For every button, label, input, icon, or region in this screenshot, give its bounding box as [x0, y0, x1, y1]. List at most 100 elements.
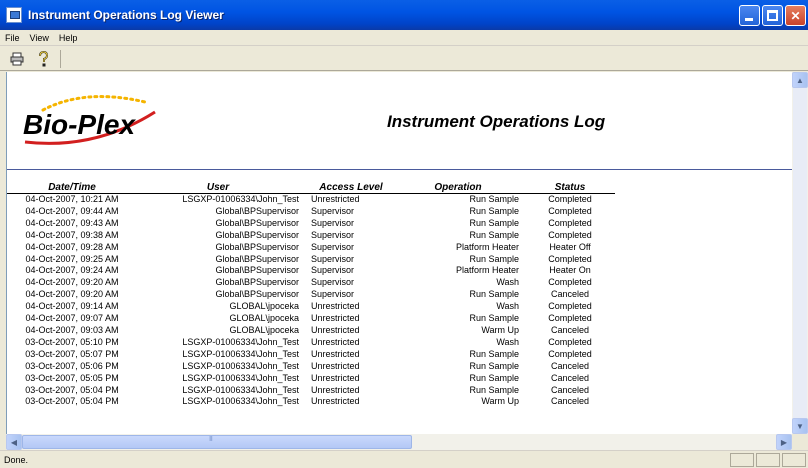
cell-user: Global\BPSupervisor: [215, 289, 299, 300]
cell-status: Completed: [548, 336, 592, 347]
cell-operation: Warm Up: [481, 396, 519, 407]
cell-date: 04-Oct-2007, 09:03 AM: [25, 324, 119, 335]
cell-status: Canceled: [550, 384, 590, 395]
table-row: 04-Oct-2007, 10:21 AM LSGXP-01006334\John…: [7, 194, 615, 206]
cell-operation: Run Sample: [469, 217, 519, 228]
cell-status: Canceled: [550, 289, 590, 300]
help-button[interactable]: [32, 49, 54, 69]
cell-access-level: Supervisor: [311, 229, 355, 240]
chevron-left-icon: ◀: [10, 437, 18, 447]
cell-user: LSGXP-01006334\John_Test: [182, 396, 299, 407]
menu-help[interactable]: Help: [54, 33, 83, 43]
app-icon: [6, 7, 22, 23]
cell-status: Canceled: [550, 372, 590, 383]
cell-operation: Run Sample: [469, 253, 519, 264]
cell-user: LSGXP-01006334\John_Test: [182, 384, 299, 395]
cell-date: 04-Oct-2007, 10:21 AM: [25, 194, 119, 204]
status-pane: [756, 452, 780, 467]
cell-operation: Platform Heater: [455, 265, 519, 276]
help-icon: [39, 50, 49, 66]
cell-operation: Run Sample: [469, 229, 519, 240]
cell-access-level: Unrestricted: [311, 301, 360, 312]
cell-operation: Run Sample: [469, 348, 519, 359]
cell-access-level: Unrestricted: [311, 360, 360, 371]
window-title: Instrument Operations Log Viewer: [28, 8, 224, 22]
cell-date: 04-Oct-2007, 09:24 AM: [25, 265, 119, 276]
table-row: 03-Oct-2007, 05:05 PM LSGXP-01006334\John…: [7, 373, 615, 385]
table-row: 04-Oct-2007, 09:38 AM Global\BPSupervisor…: [7, 230, 615, 242]
column-header-user: User: [137, 182, 305, 194]
cell-user: GLOBAL\jpoceka: [229, 313, 299, 324]
cell-status: Completed: [548, 277, 592, 288]
minimize-button[interactable]: [739, 5, 760, 26]
cell-status: Completed: [548, 205, 592, 216]
vertical-scroll-track[interactable]: [793, 88, 807, 418]
cell-operation: Run Sample: [469, 194, 519, 204]
cell-user: Global\BPSupervisor: [215, 277, 299, 288]
cell-operation: Run Sample: [469, 384, 519, 395]
cell-status: Completed: [548, 194, 592, 204]
menu-bar: File View Help: [0, 30, 808, 46]
cell-status: Canceled: [550, 396, 590, 407]
table-row: 03-Oct-2007, 05:04 PM LSGXP-01006334\John…: [7, 385, 615, 397]
scroll-down-button[interactable]: ▼: [792, 418, 808, 434]
scroll-right-button[interactable]: ▶: [776, 434, 792, 450]
cell-user: Global\BPSupervisor: [215, 205, 299, 216]
maximize-button[interactable]: [762, 5, 783, 26]
cell-user: Global\BPSupervisor: [215, 253, 299, 264]
column-header-status: Status: [525, 182, 615, 194]
cell-user: Global\BPSupervisor: [215, 265, 299, 276]
scrollbar-corner: [792, 434, 808, 450]
cell-operation: Run Sample: [469, 205, 519, 216]
cell-status: Completed: [548, 348, 592, 359]
close-button[interactable]: ✕: [785, 5, 806, 26]
cell-operation: Run Sample: [469, 313, 519, 324]
cell-operation: Platform Heater: [455, 241, 519, 252]
chevron-down-icon: ▼: [796, 421, 804, 431]
cell-operation: Warm Up: [481, 324, 519, 335]
cell-user: Global\BPSupervisor: [215, 229, 299, 240]
vertical-scrollbar[interactable]: ▲ ▼: [792, 72, 808, 434]
cell-date: 03-Oct-2007, 05:10 PM: [25, 336, 119, 347]
cell-status: Completed: [548, 313, 592, 324]
close-icon: ✕: [790, 8, 801, 23]
table-header-row: Date/Time User Access Level Operation St…: [7, 182, 615, 194]
cell-operation: Run Sample: [469, 360, 519, 371]
scroll-left-button[interactable]: ◀: [6, 434, 22, 450]
report-viewport[interactable]: Bio-Plex Instrument Operations Log Date/…: [6, 72, 792, 434]
cell-access-level: Unrestricted: [311, 372, 360, 383]
cell-status: Completed: [548, 253, 592, 264]
table-row: 04-Oct-2007, 09:43 AM Global\BPSupervisor…: [7, 218, 615, 230]
cell-user: GLOBAL\jpoceka: [229, 301, 299, 312]
chevron-up-icon: ▲: [796, 75, 804, 85]
cell-date: 04-Oct-2007, 09:43 AM: [25, 217, 119, 228]
cell-date: 03-Oct-2007, 05:06 PM: [25, 360, 119, 371]
printer-icon: [10, 52, 24, 65]
title-bar[interactable]: Instrument Operations Log Viewer ✕: [0, 0, 808, 30]
cell-status: Completed: [548, 301, 592, 312]
cell-date: 04-Oct-2007, 09:14 AM: [25, 301, 119, 312]
cell-user: LSGXP-01006334\John_Test: [182, 372, 299, 383]
cell-access-level: Unrestricted: [311, 348, 360, 359]
cell-user: LSGXP-01006334\John_Test: [182, 336, 299, 347]
menu-file[interactable]: File: [0, 33, 25, 43]
print-button[interactable]: [6, 49, 28, 69]
horizontal-scrollbar[interactable]: ◀ ▶: [6, 434, 792, 450]
minimize-icon: [745, 18, 753, 21]
cell-date: 03-Oct-2007, 05:04 PM: [25, 384, 119, 395]
table-row: 04-Oct-2007, 09:24 AM Global\BPSupervisor…: [7, 265, 615, 277]
cell-access-level: Supervisor: [311, 205, 355, 216]
maximize-icon: [767, 10, 778, 21]
table-row: 03-Oct-2007, 05:06 PM LSGXP-01006334\John…: [7, 361, 615, 373]
status-bar: Done.: [0, 450, 808, 468]
cell-operation: Run Sample: [469, 289, 519, 300]
table-row: 04-Oct-2007, 09:03 AM GLOBAL\jpoceka Unres…: [7, 325, 615, 337]
cell-operation: Wash: [496, 277, 519, 288]
scroll-up-button[interactable]: ▲: [792, 72, 808, 88]
menu-view[interactable]: View: [25, 33, 54, 43]
horizontal-scroll-thumb[interactable]: [22, 435, 412, 449]
cell-date: 03-Oct-2007, 05:04 PM: [25, 396, 119, 407]
table-row: 03-Oct-2007, 05:10 PM LSGXP-01006334\John…: [7, 337, 615, 349]
cell-access-level: Supervisor: [311, 253, 355, 264]
cell-status: Heater Off: [549, 241, 591, 252]
